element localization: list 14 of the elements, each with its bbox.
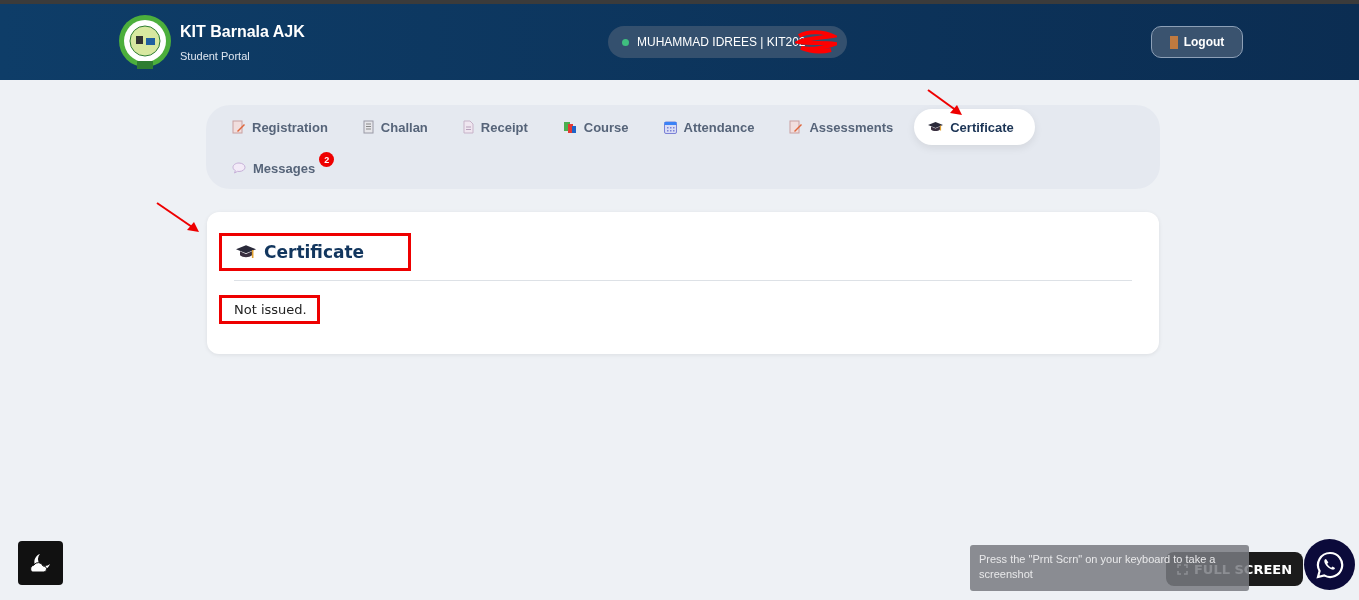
nav-tab[interactable]: Registration: [218, 109, 349, 145]
nav-tab[interactable]: Messages 2: [218, 150, 337, 186]
status-message: Not issued.: [219, 295, 320, 324]
nav-tab[interactable]: Certificate: [914, 109, 1035, 145]
panel-title: Certificate: [264, 242, 365, 262]
logout-button[interactable]: Logout: [1151, 26, 1243, 58]
portal-subtitle: Student Portal: [180, 49, 251, 62]
nav-tab[interactable]: Receipt: [448, 109, 549, 145]
unread-count: 2: [319, 152, 335, 167]
nav-tab[interactable]: Attendance: [649, 109, 776, 145]
portal-title: KIT Barnala AJK: [180, 22, 305, 41]
nav-tab[interactable]: Assessments: [775, 109, 915, 145]
nav-tab[interactable]: Course: [548, 109, 650, 145]
nav-tab[interactable]: Challan: [348, 109, 449, 145]
